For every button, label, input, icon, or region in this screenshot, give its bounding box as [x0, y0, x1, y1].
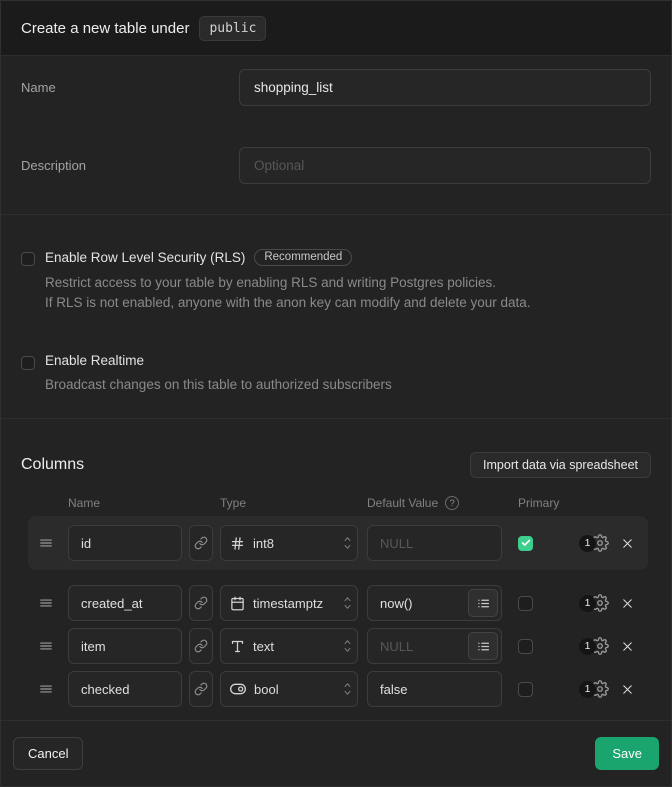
name-row: Name [21, 69, 651, 106]
drag-handle-icon[interactable] [39, 639, 53, 653]
columns-table-headers: Name Type Default Value ? Primary [28, 496, 648, 510]
column-default-input[interactable] [367, 525, 502, 561]
drag-handle-icon[interactable] [39, 536, 53, 550]
dialog-footer: Cancel Save [1, 721, 671, 786]
realtime-checkbox[interactable] [21, 356, 35, 370]
chevron-up-down-icon [343, 536, 352, 550]
primary-checkbox[interactable] [518, 682, 533, 697]
rls-description: Restrict access to your table by enablin… [45, 273, 531, 313]
primary-checkbox[interactable] [518, 536, 533, 551]
default-value-picker-button[interactable] [468, 632, 498, 660]
column-row-item: text 1 [28, 628, 648, 664]
dialog-title: Create a new table under [21, 20, 189, 37]
rls-label: Enable Row Level Security (RLS) [45, 250, 245, 265]
realtime-description: Broadcast changes on this table to autho… [45, 375, 392, 395]
columns-rows: int8 1 [28, 516, 648, 707]
delete-column-button[interactable] [620, 536, 635, 551]
chevron-up-down-icon [343, 596, 352, 610]
cancel-button[interactable]: Cancel [13, 737, 83, 770]
foreign-key-icon[interactable] [189, 671, 213, 707]
realtime-toggle-block: Enable Realtime Broadcast changes on thi… [21, 353, 651, 395]
column-type-value: timestamptz [253, 596, 323, 611]
columns-section: Columns Import data via spreadsheet Name… [1, 419, 671, 721]
column-type-select[interactable]: int8 [220, 525, 358, 561]
rls-toggle-block: Enable Row Level Security (RLS) Recommen… [21, 249, 651, 313]
settings-count-badge: 1 [579, 595, 596, 612]
settings-count-badge: 1 [579, 535, 596, 552]
chevron-up-down-icon [343, 682, 352, 696]
toggle-icon [230, 681, 246, 697]
settings-count-badge: 1 [579, 638, 596, 655]
header-primary: Primary [518, 496, 559, 510]
column-name-input[interactable] [68, 525, 182, 561]
default-value-picker-button[interactable] [468, 589, 498, 617]
list-icon [477, 640, 490, 653]
primary-checkbox[interactable] [518, 639, 533, 654]
column-default-input[interactable] [367, 671, 502, 707]
column-type-select[interactable]: bool [220, 671, 358, 707]
close-icon [620, 536, 635, 551]
drag-handle-icon[interactable] [39, 596, 53, 610]
header-default-value: Default Value ? [367, 496, 518, 510]
foreign-key-icon[interactable] [189, 525, 213, 561]
close-icon [620, 639, 635, 654]
column-name-input[interactable] [68, 671, 182, 707]
hash-icon [230, 536, 245, 551]
description-label: Description [21, 147, 239, 184]
create-table-dialog: Create a new table under public Name Des… [0, 0, 672, 787]
settings-count-badge: 1 [579, 681, 596, 698]
realtime-label: Enable Realtime [45, 353, 144, 368]
dialog-header: Create a new table under public [1, 1, 671, 56]
foreign-key-icon[interactable] [189, 585, 213, 621]
columns-heading: Columns [21, 456, 84, 474]
toggles-section: Enable Row Level Security (RLS) Recommen… [1, 215, 671, 419]
name-label: Name [21, 69, 239, 106]
column-settings-button[interactable]: 1 [579, 594, 609, 612]
column-settings-button[interactable]: 1 [579, 534, 609, 552]
header-type: Type [220, 496, 367, 510]
column-type-value: text [253, 639, 274, 654]
column-row-id: int8 1 [28, 516, 648, 570]
column-settings-button[interactable]: 1 [579, 680, 609, 698]
table-description-input[interactable] [239, 147, 651, 184]
column-type-select[interactable]: timestamptz [220, 585, 358, 621]
header-name: Name [68, 496, 220, 510]
column-row-created-at: timestamptz 1 [28, 585, 648, 621]
column-default-wrap [367, 671, 502, 707]
column-default-wrap [367, 628, 502, 664]
column-settings-button[interactable]: 1 [579, 637, 609, 655]
text-icon [230, 639, 245, 654]
description-row: Description [21, 147, 651, 184]
save-button[interactable]: Save [595, 737, 659, 770]
import-spreadsheet-button[interactable]: Import data via spreadsheet [470, 452, 651, 478]
delete-column-button[interactable] [620, 682, 635, 697]
table-name-input[interactable] [239, 69, 651, 106]
foreign-key-icon[interactable] [189, 628, 213, 664]
column-name-input[interactable] [68, 628, 182, 664]
rls-checkbox[interactable] [21, 252, 35, 266]
column-row-checked: bool 1 [28, 671, 648, 707]
chevron-up-down-icon [343, 639, 352, 653]
drag-handle-icon[interactable] [39, 682, 53, 696]
recommended-badge: Recommended [254, 249, 352, 266]
close-icon [620, 682, 635, 697]
list-icon [477, 597, 490, 610]
primary-checkbox[interactable] [518, 596, 533, 611]
column-type-select[interactable]: text [220, 628, 358, 664]
calendar-icon [230, 596, 245, 611]
column-type-value: bool [254, 682, 279, 697]
check-icon [521, 538, 531, 548]
column-default-wrap [367, 525, 502, 561]
delete-column-button[interactable] [620, 639, 635, 654]
help-icon[interactable]: ? [445, 496, 459, 510]
column-type-value: int8 [253, 536, 274, 551]
column-default-wrap [367, 585, 502, 621]
delete-column-button[interactable] [620, 596, 635, 611]
schema-badge: public [199, 16, 266, 41]
close-icon [620, 596, 635, 611]
column-name-input[interactable] [68, 585, 182, 621]
table-info-section: Name Description [1, 56, 671, 215]
